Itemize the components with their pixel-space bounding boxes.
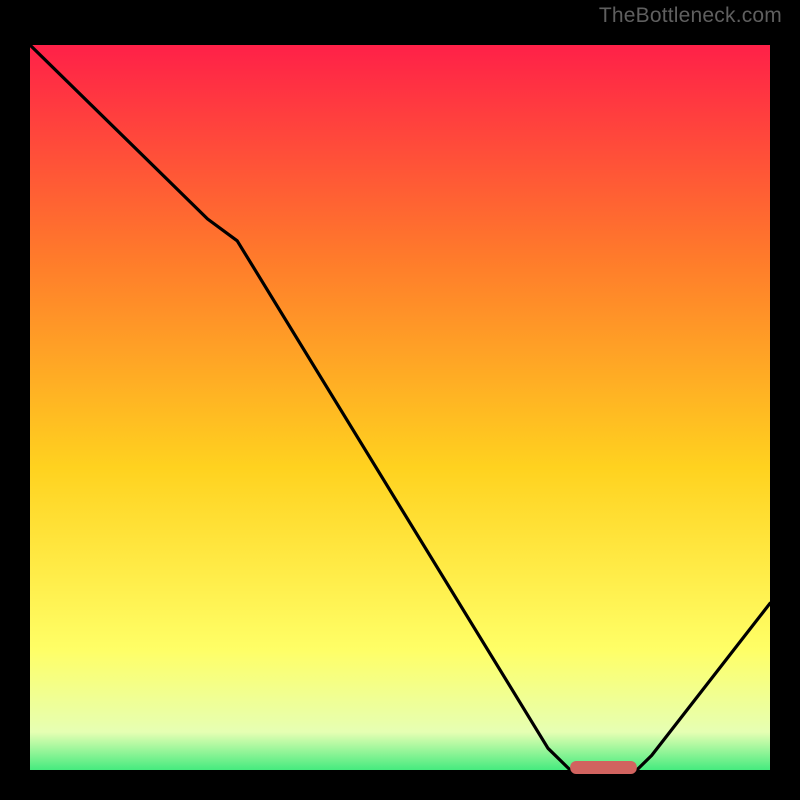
chart-frame — [15, 30, 785, 785]
bottleneck-chart — [15, 30, 785, 785]
optimal-range-marker — [570, 761, 637, 774]
watermark-text: TheBottleneck.com — [599, 4, 782, 28]
